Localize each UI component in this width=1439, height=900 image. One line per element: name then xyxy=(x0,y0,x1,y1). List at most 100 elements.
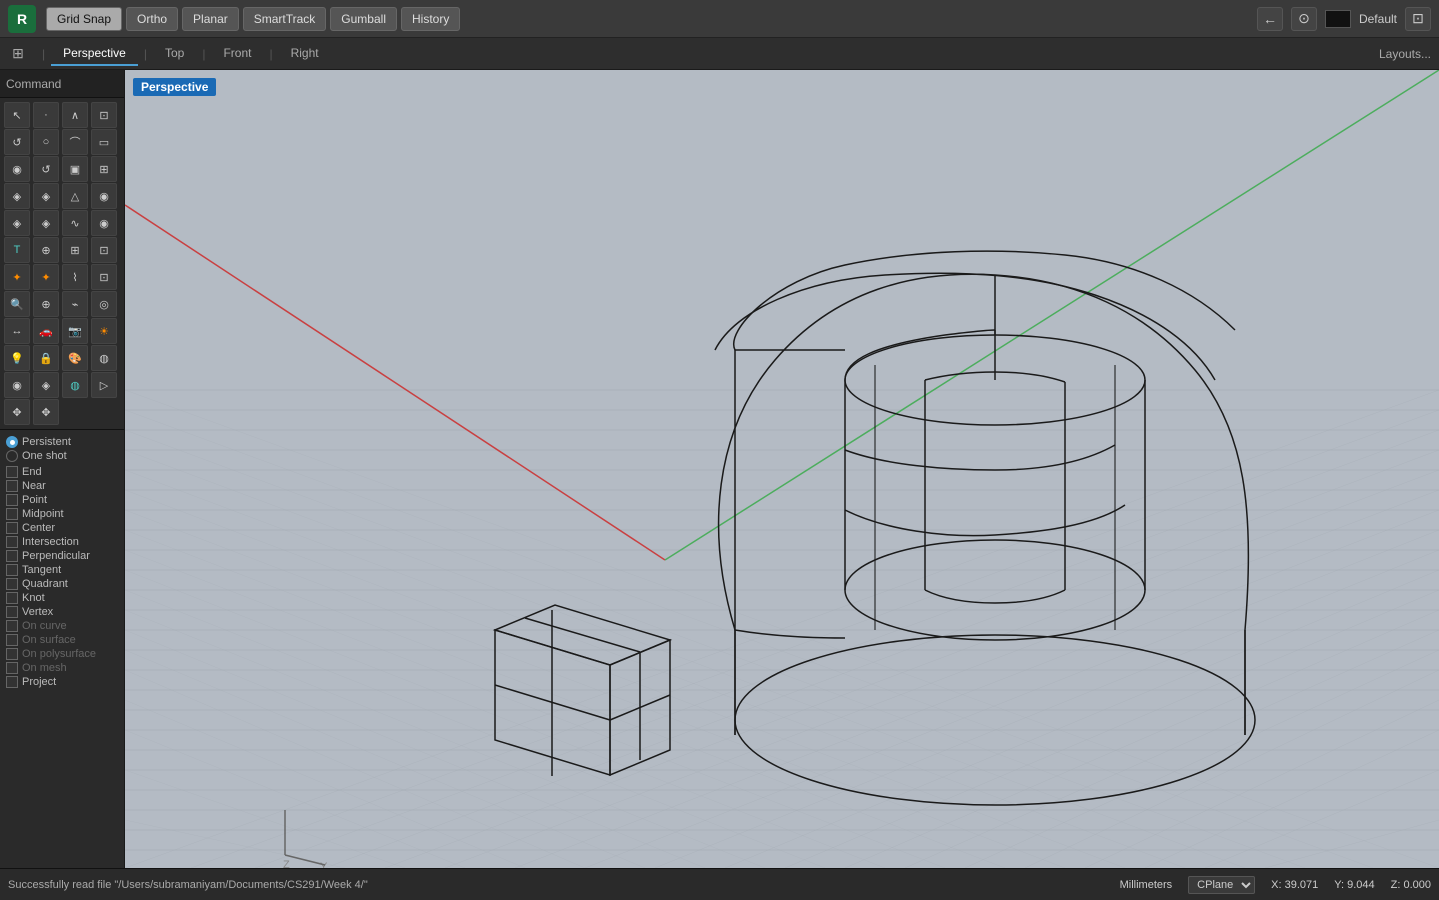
knot-checkbox[interactable] xyxy=(6,592,18,604)
quadrant-label[interactable]: Quadrant xyxy=(22,578,68,590)
project-checkbox[interactable] xyxy=(6,676,18,688)
midpoint-checkbox[interactable] xyxy=(6,508,18,520)
view-tool[interactable]: ◉ xyxy=(91,183,117,209)
fillet-tool[interactable]: ∿ xyxy=(62,210,88,236)
gumball-button[interactable]: Gumball xyxy=(330,7,397,31)
lamp-tool[interactable]: 💡 xyxy=(4,345,30,371)
block-tool[interactable]: ⊞ xyxy=(62,237,88,263)
project-label[interactable]: Project xyxy=(22,676,56,688)
cam-tool[interactable]: 📷 xyxy=(62,318,88,344)
offset-tool[interactable]: ◉ xyxy=(91,210,117,236)
tab-front[interactable]: Front xyxy=(211,42,263,66)
command-bar[interactable]: Command xyxy=(0,70,124,98)
solid-tool[interactable]: ◈ xyxy=(33,210,59,236)
knot-label[interactable]: Knot xyxy=(22,592,45,604)
star-tool[interactable]: ✦ xyxy=(33,264,59,290)
tangent-label[interactable]: Tangent xyxy=(22,564,61,576)
place-tool[interactable]: ✥ xyxy=(33,399,59,425)
near-label[interactable]: Near xyxy=(22,480,46,492)
vertex-checkbox[interactable] xyxy=(6,606,18,618)
center-label[interactable]: Center xyxy=(22,522,55,534)
dim-tool[interactable]: ◈ xyxy=(33,183,59,209)
rect-tool[interactable]: ▭ xyxy=(91,129,117,155)
rotate-tool[interactable]: ↺ xyxy=(4,129,30,155)
near-checkbox[interactable] xyxy=(6,480,18,492)
scale-tool[interactable]: ◎ xyxy=(91,291,117,317)
center-checkbox[interactable] xyxy=(6,522,18,534)
point-label[interactable]: Point xyxy=(22,494,47,506)
onsurface-checkbox[interactable] xyxy=(6,634,18,646)
quadrant-checkbox[interactable] xyxy=(6,578,18,590)
tab-top[interactable]: Top xyxy=(153,42,196,66)
trim-tool[interactable]: ⊡ xyxy=(91,264,117,290)
sphere2-tool[interactable]: ◈ xyxy=(33,372,59,398)
sphere-tool[interactable]: ◉ xyxy=(4,156,30,182)
pan-tool[interactable]: ↔ xyxy=(4,318,30,344)
one-shot-radio[interactable] xyxy=(6,450,18,462)
render-tool[interactable]: ◉ xyxy=(4,372,30,398)
lock-tool[interactable]: 🔒 xyxy=(33,345,59,371)
mirror-tool[interactable]: ⌁ xyxy=(62,291,88,317)
cplane-select[interactable]: CPlane World xyxy=(1188,876,1255,894)
onmesh-label[interactable]: On mesh xyxy=(22,662,67,674)
arc-tool[interactable]: ⌒ xyxy=(62,129,88,155)
planar-button[interactable]: Planar xyxy=(182,7,239,31)
oncurve-checkbox[interactable] xyxy=(6,620,18,632)
curve-tool[interactable]: ∧ xyxy=(62,102,88,128)
layouts-button[interactable]: Layouts... xyxy=(1379,47,1431,61)
select-tool[interactable]: ↖ xyxy=(4,102,30,128)
vertex-label[interactable]: Vertex xyxy=(22,606,53,618)
mesh-tool[interactable]: ▣ xyxy=(62,156,88,182)
tab-perspective[interactable]: Perspective xyxy=(51,42,138,66)
persistent-label[interactable]: Persistent xyxy=(22,436,71,448)
persistent-radio[interactable] xyxy=(6,436,18,448)
color-tool[interactable]: 🎨 xyxy=(62,345,88,371)
edge-tool[interactable]: ⌇ xyxy=(62,264,88,290)
text-tool[interactable]: T xyxy=(4,237,30,263)
snap-tool[interactable]: △ xyxy=(62,183,88,209)
onmesh-checkbox[interactable] xyxy=(6,662,18,674)
point-tool[interactable]: · xyxy=(33,102,59,128)
curve2-tool[interactable]: ↺ xyxy=(33,156,59,182)
back-icon[interactable]: ← xyxy=(1257,7,1283,31)
polyline-tool[interactable]: ⊡ xyxy=(91,102,117,128)
onpolysurface-checkbox[interactable] xyxy=(6,648,18,660)
oncurve-label[interactable]: On curve xyxy=(22,620,67,632)
car-tool[interactable]: 🚗 xyxy=(33,318,59,344)
zoom-tool[interactable]: 🔍 xyxy=(4,291,30,317)
intersection-checkbox[interactable] xyxy=(6,536,18,548)
globe-tool[interactable]: ◍ xyxy=(62,372,88,398)
point-checkbox[interactable] xyxy=(6,494,18,506)
sun-tool[interactable]: ☀ xyxy=(91,318,117,344)
onpolysurface-label[interactable]: On polysurface xyxy=(22,648,96,660)
tangent-checkbox[interactable] xyxy=(6,564,18,576)
maximize-icon[interactable]: ⊡ xyxy=(1405,7,1431,31)
end-checkbox[interactable] xyxy=(6,466,18,478)
intersection-label[interactable]: Intersection xyxy=(22,536,79,548)
worksession-tool[interactable]: ⊡ xyxy=(91,237,117,263)
hatch-tool[interactable]: ⊕ xyxy=(33,237,59,263)
viewport-area[interactable]: Perspective .grid-line { stroke: #a0a8b0… xyxy=(125,70,1439,868)
circle-icon[interactable]: ⊙ xyxy=(1291,7,1317,31)
ortho-button[interactable]: Ortho xyxy=(126,7,178,31)
tab-right[interactable]: Right xyxy=(279,42,331,66)
arrow-tool[interactable]: ▷ xyxy=(91,372,117,398)
smarttrack-button[interactable]: SmartTrack xyxy=(243,7,327,31)
end-label[interactable]: End xyxy=(22,466,42,478)
perpendicular-checkbox[interactable] xyxy=(6,550,18,562)
one-shot-label[interactable]: One shot xyxy=(22,450,67,462)
material-tool[interactable]: ◍ xyxy=(91,345,117,371)
light-tool[interactable]: ◈ xyxy=(4,183,30,209)
move-tool[interactable]: ✥ xyxy=(4,399,30,425)
circle-tool[interactable]: ○ xyxy=(33,129,59,155)
history-button[interactable]: History xyxy=(401,7,460,31)
color-swatch[interactable] xyxy=(1325,10,1351,28)
surface-tool[interactable]: ◈ xyxy=(4,210,30,236)
perpendicular-label[interactable]: Perpendicular xyxy=(22,550,90,562)
grid-snap-button[interactable]: Grid Snap xyxy=(46,7,122,31)
midpoint-label[interactable]: Midpoint xyxy=(22,508,64,520)
onsurface-label[interactable]: On surface xyxy=(22,634,76,646)
array-tool[interactable]: ⊕ xyxy=(33,291,59,317)
flame-tool[interactable]: ✦ xyxy=(4,264,30,290)
box-tool[interactable]: ⊞ xyxy=(91,156,117,182)
